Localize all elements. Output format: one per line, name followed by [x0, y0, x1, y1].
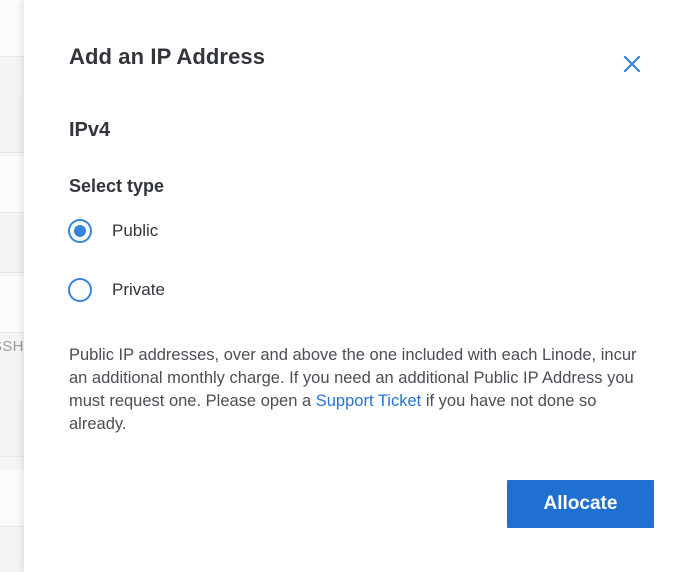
radio-option-public[interactable]: Public	[68, 219, 158, 243]
background-row	[0, 216, 24, 273]
background-row	[0, 400, 24, 457]
background-row	[0, 96, 24, 153]
support-ticket-link[interactable]: Support Ticket	[316, 392, 421, 410]
radio-dot	[74, 225, 86, 237]
drawer-title: Add an IP Address	[69, 44, 266, 69]
help-text: Public IP addresses, over and above the …	[69, 344, 649, 436]
background-partial-text: SSH	[0, 338, 24, 355]
background-row	[0, 276, 24, 333]
background-row	[0, 470, 24, 527]
radio-option-private[interactable]: Private	[68, 278, 165, 302]
background-page: SSH	[0, 0, 24, 572]
close-icon	[623, 55, 641, 73]
add-ip-drawer: Add an IP Address IPv4 Select type Publi…	[24, 0, 686, 572]
background-row	[0, 0, 24, 57]
close-button[interactable]	[620, 52, 644, 76]
allocate-button[interactable]: Allocate	[507, 480, 654, 528]
select-type-label: Select type	[69, 176, 165, 196]
radio-label-public: Public	[112, 221, 159, 240]
radio-unchecked-icon[interactable]	[68, 278, 92, 302]
background-row	[0, 156, 24, 213]
section-heading-ipv4: IPv4	[69, 119, 111, 141]
radio-checked-icon[interactable]	[68, 219, 92, 243]
radio-label-private: Private	[112, 280, 165, 299]
